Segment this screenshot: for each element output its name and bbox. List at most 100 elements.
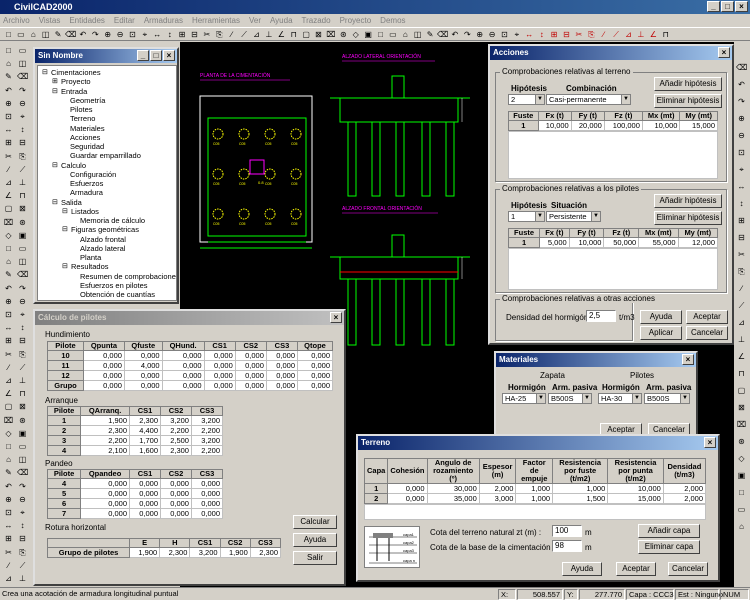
- acc-accept-button[interactable]: Aceptar: [686, 310, 728, 324]
- ter-cancel-button[interactable]: Cancelar: [668, 562, 708, 576]
- left-tool-icon[interactable]: ↶: [3, 85, 14, 96]
- left-tool-icon[interactable]: ⊿: [3, 177, 14, 188]
- table-cell[interactable]: 2,200: [80, 435, 131, 446]
- terreno-close-button[interactable]: ×: [704, 437, 716, 448]
- right-tool-icon[interactable]: ↔: [736, 181, 747, 192]
- toolbar-tool-icon[interactable]: ⟋: [239, 29, 250, 40]
- right-tool-icon[interactable]: ✂: [736, 249, 747, 260]
- left-tool-icon[interactable]: ⊥: [17, 375, 28, 386]
- table-cell[interactable]: 2,200: [190, 445, 224, 456]
- del-layer-button[interactable]: Eliminar capa: [638, 540, 700, 554]
- table-cell[interactable]: 0,000: [80, 498, 131, 509]
- table-cell[interactable]: 1,700: [129, 435, 161, 446]
- table-cell[interactable]: 10,000: [641, 120, 681, 131]
- left-tool-icon[interactable]: ⊠: [17, 203, 28, 214]
- table-cell[interactable]: 0,000: [129, 508, 161, 519]
- table-cell[interactable]: 15,000: [679, 120, 718, 131]
- toolbar-tool-icon[interactable]: ⊓: [660, 29, 671, 40]
- left-tool-icon[interactable]: ↷: [17, 85, 28, 96]
- table-cell[interactable]: 5,000: [539, 237, 570, 248]
- left-tool-icon[interactable]: ⌫: [17, 467, 28, 478]
- table-cell[interactable]: 2,300: [159, 547, 191, 558]
- table-cell[interactable]: 0,000: [83, 380, 125, 391]
- toolbar-tool-icon[interactable]: ◫: [40, 29, 51, 40]
- table-cell[interactable]: 0,000: [123, 370, 163, 381]
- table-cell[interactable]: 0,000: [190, 478, 224, 489]
- table-cell[interactable]: 0,000: [265, 360, 299, 371]
- left-tool-icon[interactable]: ▭: [17, 45, 28, 56]
- table-row[interactable]: 4 2,100 1,600 2,300 2,200: [46, 445, 224, 456]
- right-tool-icon[interactable]: ⊠: [736, 402, 747, 413]
- table-cell[interactable]: 0,000: [234, 350, 267, 361]
- tree-item[interactable]: Entrada: [61, 87, 87, 96]
- left-tool-icon[interactable]: ✂: [3, 349, 14, 360]
- left-tool-icon[interactable]: ✎: [3, 71, 14, 82]
- left-tool-icon[interactable]: ⟋: [17, 560, 28, 571]
- left-tool-icon[interactable]: ⊓: [17, 190, 28, 201]
- left-tool-icon[interactable]: ⊕: [3, 98, 14, 109]
- table-cell[interactable]: 0,000: [234, 380, 267, 391]
- right-tool-icon[interactable]: ⟋: [736, 300, 747, 311]
- tree-item[interactable]: Seguridad: [70, 142, 104, 151]
- tree-item[interactable]: Memoria de cálculo: [80, 216, 145, 225]
- table-cell[interactable]: 0,000: [160, 478, 192, 489]
- table-cell[interactable]: 2,300: [129, 415, 161, 426]
- table-cell[interactable]: 2,300: [249, 547, 282, 558]
- left-tool-icon[interactable]: ▭: [17, 243, 28, 254]
- table-cell[interactable]: 0,000: [83, 360, 125, 371]
- acc-help-button[interactable]: Ayuda: [640, 310, 682, 324]
- tree-item[interactable]: Geometría: [70, 96, 105, 105]
- right-tool-icon[interactable]: ⊥: [736, 334, 747, 345]
- tree-item[interactable]: Obtención de cuantías: [80, 290, 155, 299]
- left-tool-icon[interactable]: ↕: [17, 520, 28, 531]
- tree-item[interactable]: Guardar emparrillado: [70, 151, 141, 160]
- tree-item[interactable]: Resultados: [71, 262, 109, 271]
- table-cell[interactable]: 35,000: [426, 493, 480, 504]
- left-tool-icon[interactable]: ⊞: [3, 533, 14, 544]
- tree-item[interactable]: Armadura: [70, 188, 103, 197]
- left-tool-icon[interactable]: ▢: [3, 401, 14, 412]
- toolbar-tool-icon[interactable]: ⌧: [325, 29, 336, 40]
- left-tool-icon[interactable]: ◫: [17, 58, 28, 69]
- toolbar-tool-icon[interactable]: ⊟: [561, 29, 572, 40]
- left-tool-icon[interactable]: ⊟: [17, 533, 28, 544]
- toolbar-tool-icon[interactable]: ↷: [90, 29, 101, 40]
- toolbar-tool-icon[interactable]: ⊕: [102, 29, 113, 40]
- table-cell[interactable]: 2,500: [160, 435, 192, 446]
- toolbar-tool-icon[interactable]: ⊞: [177, 29, 188, 40]
- table-cell[interactable]: 2,300: [80, 425, 131, 436]
- tree-item[interactable]: Cimentaciones: [51, 68, 101, 77]
- table-row[interactable]: 6 0,000 0,000 0,000 0,000: [46, 498, 224, 509]
- table-cell[interactable]: 0,000: [387, 493, 428, 504]
- left-tool-icon[interactable]: ⊡: [3, 309, 14, 320]
- table-cell[interactable]: 0,000: [129, 478, 161, 489]
- right-tool-icon[interactable]: ⎘: [736, 266, 747, 277]
- toolbar-tool-icon[interactable]: ↕: [164, 29, 175, 40]
- toolbar-tool-icon[interactable]: ⊡: [499, 29, 510, 40]
- hyp-select[interactable]: 2 ▼: [508, 94, 545, 105]
- left-tool-icon[interactable]: ∕: [3, 164, 14, 175]
- tree-expander-icon[interactable]: ⊟: [62, 225, 68, 234]
- table-cell[interactable]: 0,000: [160, 488, 192, 499]
- toolbar-tool-icon[interactable]: ⊖: [487, 29, 498, 40]
- left-tool-icon[interactable]: ↔: [3, 520, 14, 531]
- minimize-button[interactable]: _: [707, 1, 720, 12]
- materiales-close-button[interactable]: ×: [682, 354, 694, 365]
- toolbar-tool-icon[interactable]: ⌖: [139, 29, 150, 40]
- left-tool-icon[interactable]: ∠: [3, 190, 14, 201]
- left-tool-icon[interactable]: ⌂: [3, 58, 14, 69]
- table-row[interactable]: 1 5,000 10,000 50,000 55,000 12,000: [507, 237, 719, 248]
- left-tool-icon[interactable]: ✂: [3, 151, 14, 162]
- maximize-button[interactable]: □: [721, 1, 734, 12]
- left-tool-icon[interactable]: ◇: [3, 230, 14, 241]
- menu-item-3[interactable]: Editar: [114, 14, 135, 27]
- left-tool-icon[interactable]: ✎: [3, 269, 14, 280]
- ter-help-button[interactable]: Ayuda: [562, 562, 602, 576]
- table-cell[interactable]: 12,000: [677, 237, 719, 248]
- table-cell[interactable]: 0,000: [123, 350, 163, 361]
- pilotes-hormigon-select[interactable]: HA-30 ▼: [598, 393, 642, 404]
- table-cell[interactable]: 55,000: [638, 237, 679, 248]
- tree-item[interactable]: Listados: [71, 207, 99, 216]
- comb-select[interactable]: Casi-permanente ▼: [546, 94, 631, 105]
- left-tool-icon[interactable]: ⊡: [3, 507, 14, 518]
